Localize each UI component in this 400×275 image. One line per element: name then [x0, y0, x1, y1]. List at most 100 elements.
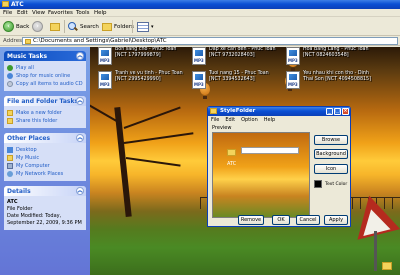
music-tasks-header[interactable]: Music Tasks ︽	[4, 51, 86, 61]
other-places-header[interactable]: Other Places ︽	[4, 133, 86, 143]
window-title: ATC	[11, 1, 24, 8]
ok-button[interactable]: OK	[272, 215, 290, 225]
up-folder-icon	[50, 22, 60, 31]
tree-branch	[123, 106, 181, 129]
folders-button[interactable]: Folders	[102, 20, 134, 33]
place-desktop-label: Desktop	[16, 147, 37, 153]
dialog-menu-option[interactable]: Option	[241, 117, 258, 123]
dialog-menu-file[interactable]: File	[211, 117, 219, 123]
menu-file[interactable]: File	[3, 10, 12, 16]
search-icon	[68, 21, 78, 32]
dialog-menu-bar: File Edit Option Help	[208, 116, 350, 123]
place-desktop[interactable]: Desktop	[7, 146, 83, 154]
preview-pane: ATC	[212, 132, 310, 218]
file-item[interactable]: MP3 Tuoi nang 15 - Phuc Toan [NCT 339453…	[192, 71, 280, 93]
copy-to-cd-label: Copy all items to audio CD	[16, 81, 83, 87]
file-item[interactable]: MP3 Hoa Bang Lang - Phuc Toan [NCT 08246…	[286, 47, 374, 69]
views-button[interactable]: ▾	[137, 20, 154, 33]
details-header[interactable]: Details ︽	[4, 186, 86, 196]
file-name: Yeu nhau khi con tho - Dinh Thai Son [NC…	[303, 71, 371, 82]
music-tasks-title: Music Tasks	[7, 53, 48, 60]
cd-icon	[7, 81, 13, 87]
close-button[interactable]: ×	[342, 108, 349, 115]
share-folder-link[interactable]: Share this folder	[7, 117, 83, 125]
toolbar-separator	[132, 20, 133, 33]
share-folder-label: Share this folder	[16, 118, 58, 124]
icon-button[interactable]: Icon	[314, 164, 348, 174]
minimize-button[interactable]: _	[326, 108, 333, 115]
preview-label: Preview	[212, 125, 232, 131]
menu-favorites[interactable]: Favorites	[48, 10, 73, 16]
file-name: Tuoi nang 15 - Phuc Toan [NCT 3394532643…	[209, 71, 269, 82]
window-titlebar[interactable]: ATC	[0, 0, 400, 9]
play-all-link[interactable]: Play all	[7, 64, 83, 72]
menu-view[interactable]: View	[32, 10, 45, 16]
file-folder-tasks-title: File and Folder Tasks	[7, 98, 79, 105]
forward-button[interactable]: ›	[32, 20, 43, 33]
toolbar-separator	[64, 20, 65, 33]
maximize-button[interactable]: □	[334, 108, 341, 115]
file-name: Tranh ve vu tinh - Phuc Toan [NCT 299542…	[115, 71, 183, 82]
tree-branch	[123, 132, 194, 144]
menu-help[interactable]: Help	[94, 10, 107, 16]
browse-button[interactable]: Browse	[314, 135, 348, 145]
dialog-menu-edit[interactable]: Edit	[225, 117, 235, 123]
views-icon	[137, 21, 149, 32]
place-my-music[interactable]: My Music	[7, 154, 83, 162]
file-folder-tasks-header[interactable]: File and Folder Tasks ︽	[4, 96, 86, 106]
menu-bar: File Edit View Favorites Tools Help	[0, 9, 400, 17]
place-my-network[interactable]: My Network Places	[7, 170, 83, 178]
other-places-title: Other Places	[7, 135, 51, 142]
make-new-folder-link[interactable]: Make a new folder	[7, 109, 83, 117]
mp3-file-icon: MP3	[98, 47, 112, 65]
dialog-titlebar[interactable]: StyleFolder _ □ ×	[208, 107, 350, 116]
toolbar: ‹ Back › Search Folders ▾	[0, 17, 400, 36]
file-name: Bon sang cho - Phuc Toan [NCT 1797999879…	[115, 47, 177, 58]
forward-arrow-icon: ›	[32, 21, 43, 32]
file-item[interactable]: MP3 Bon sang cho - Phuc Toan [NCT 179799…	[98, 47, 186, 69]
file-item[interactable]: MP3 Yeu nhau khi con tho - Dinh Thai Son…	[286, 71, 374, 93]
back-button[interactable]: ‹ Back	[3, 20, 29, 33]
text-color-label: Text Color	[325, 182, 348, 187]
collapse-icon[interactable]: ︽	[76, 187, 84, 195]
background-button[interactable]: Background	[314, 149, 348, 159]
music-tasks-panel: Music Tasks ︽ Play all Shop for music on…	[4, 51, 86, 91]
folder-icon	[25, 39, 31, 44]
stylefolder-dialog: StyleFolder _ □ × File Edit Option Help …	[207, 106, 351, 227]
address-bar: Address C:\Documents and Settings\Gabrie…	[0, 36, 400, 46]
search-button[interactable]: Search	[68, 20, 99, 33]
collapse-icon[interactable]: ︽	[76, 134, 84, 142]
chevron-down-icon: ▾	[151, 23, 154, 30]
place-my-network-label: My Network Places	[16, 171, 64, 177]
shop-music-link[interactable]: Shop for music online	[7, 72, 83, 80]
search-label: Search	[80, 23, 99, 30]
apply-button[interactable]: Apply	[324, 215, 348, 225]
up-folder-button[interactable]	[50, 20, 60, 33]
music-folder-icon	[7, 155, 13, 161]
details-type: File Folder	[7, 206, 33, 212]
copy-to-cd-link[interactable]: Copy all items to audio CD	[7, 80, 83, 88]
place-my-computer[interactable]: My Computer	[7, 162, 83, 170]
menu-tools[interactable]: Tools	[76, 10, 90, 16]
collapse-icon[interactable]: ︽	[76, 97, 84, 105]
collapse-icon[interactable]: ︽	[76, 52, 84, 60]
preview-text-box	[241, 147, 299, 154]
other-places-panel: Other Places ︽ Desktop My Music My Compu…	[4, 133, 86, 181]
address-path: C:\Documents and Settings\Gabriel\Deskto…	[33, 38, 167, 44]
address-field[interactable]: C:\Documents and Settings\Gabriel\Deskto…	[22, 37, 398, 45]
mp3-file-icon: MP3	[286, 47, 300, 65]
remove-button[interactable]: Remove	[238, 215, 264, 225]
cancel-button[interactable]: Cancel	[296, 215, 320, 225]
file-item[interactable]: MP3 Dap xe can den - Phuc Toan [NCT 9732…	[192, 47, 280, 69]
details-panel: Details ︽ ATC File Folder Date Modified:…	[4, 186, 86, 230]
menu-edit[interactable]: Edit	[17, 10, 28, 16]
globe-icon	[7, 73, 13, 79]
tree-branch	[125, 157, 181, 167]
dialog-menu-help[interactable]: Help	[264, 117, 275, 123]
file-name: Hoa Bang Lang - Phuc Toan [NCT 082460354…	[303, 47, 369, 58]
preview-folder-icon	[227, 149, 236, 156]
text-color-swatch[interactable]	[314, 180, 322, 188]
file-item[interactable]: MP3 Tranh ve vu tinh - Phuc Toan [NCT 29…	[98, 71, 186, 93]
details-title: Details	[7, 188, 31, 195]
folder-icon	[2, 1, 9, 7]
